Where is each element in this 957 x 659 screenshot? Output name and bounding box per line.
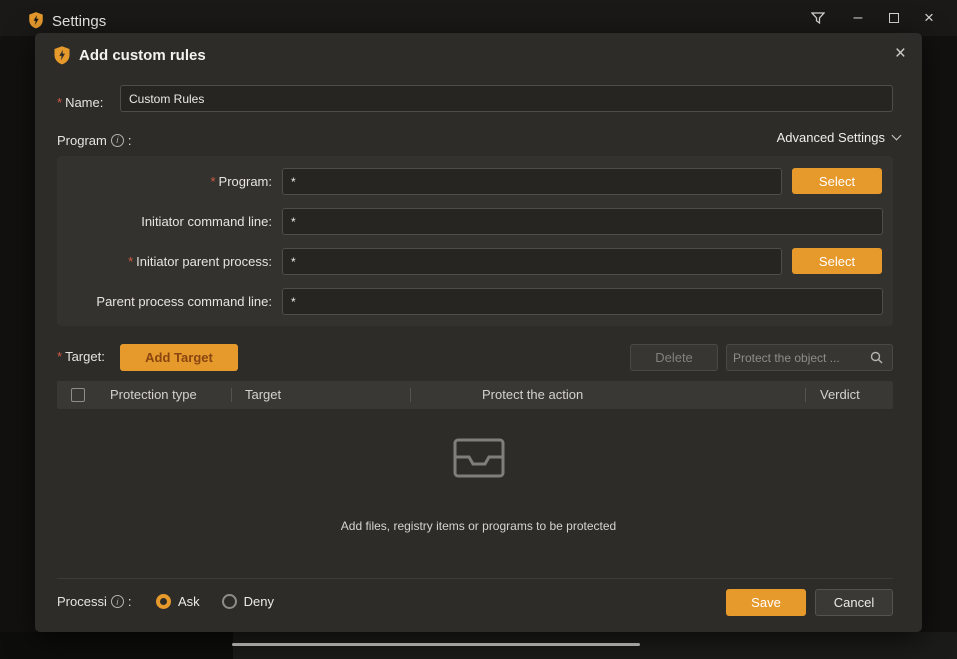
advanced-settings-label: Advanced Settings [777,130,885,145]
required-marker: * [57,95,62,110]
required-marker: * [57,349,62,364]
window-close-button[interactable]: × [914,0,944,36]
dialog-title: Add custom rules [79,47,206,64]
radio-deny-label[interactable]: Deny [244,594,274,609]
processing-label-wrap: Processi : [57,594,131,609]
target-search-box [726,344,893,371]
column-target[interactable]: Target [245,387,281,402]
window-titlebar: Settings – × [0,0,957,36]
target-table-header: Protection type Target Protect the actio… [57,381,893,409]
column-divider [231,388,232,402]
cancel-button[interactable]: Cancel [815,589,893,616]
empty-state-text: Add files, registry items or programs to… [35,519,922,533]
dialog-close-button[interactable]: × [895,43,906,65]
dialog-shield-icon [52,45,72,65]
parent-cmdline-input[interactable] [282,288,883,315]
background-highlight-line [232,643,640,646]
initiator-cmdline-input[interactable] [282,208,883,235]
info-icon[interactable] [111,595,124,608]
parent-cmdline-row: Parent process command line: [57,288,893,315]
radio-deny[interactable] [222,594,237,609]
add-target-button[interactable]: Add Target [120,344,238,371]
bottom-bar: Processi : Ask Deny Save Cancel [35,589,922,616]
advanced-settings-toggle[interactable]: Advanced Settings [777,130,900,145]
initiator-parent-label-wrap: * Initiator parent process: [57,248,272,275]
app-logo-shield-icon [27,11,45,29]
target-search-input[interactable] [727,351,870,365]
program-field-row: * Program: Select [57,168,893,195]
select-all-checkbox[interactable] [71,388,85,402]
program-field-label: Program: [219,174,272,189]
parent-cmdline-label-wrap: Parent process command line: [57,288,272,315]
processing-colon: : [128,594,132,609]
background-sidebar-strip [0,632,233,659]
column-divider [410,388,411,402]
inbox-tray-icon [446,428,512,486]
name-row: * Name: [57,89,103,116]
column-protection-type[interactable]: Protection type [110,387,197,402]
column-verdict[interactable]: Verdict [820,387,860,402]
radio-ask[interactable] [156,594,171,609]
initiator-parent-input[interactable] [282,248,782,275]
magnifier-icon[interactable] [870,351,888,365]
initiator-cmdline-row: Initiator command line: [57,208,893,235]
minimize-button[interactable]: – [844,0,872,36]
save-button[interactable]: Save [726,589,806,616]
program-section-colon: : [128,133,132,148]
required-marker: * [210,174,215,189]
delete-button[interactable]: Delete [630,344,718,371]
initiator-cmdline-label: Initiator command line: [141,214,272,229]
maximize-button[interactable] [880,0,908,36]
processing-label: Processi [57,594,107,609]
radio-ask-label[interactable]: Ask [178,594,200,609]
filter-icon[interactable] [804,0,832,36]
maximize-icon [889,13,899,23]
program-section-header: Program : [57,130,131,150]
name-label: Name: [65,95,103,110]
initiator-cmdline-label-wrap: Initiator command line: [57,208,272,235]
name-input[interactable] [120,85,893,112]
target-label-wrap: * Target: [57,349,105,364]
required-marker: * [128,254,133,269]
column-divider [805,388,806,402]
chevron-down-icon [892,131,902,141]
program-select-button[interactable]: Select [792,168,882,194]
initiator-parent-row: * Initiator parent process: Select [57,248,893,275]
add-custom-rules-dialog: Add custom rules × * Name: Program : Adv… [35,33,922,632]
program-field-label-wrap: * Program: [57,168,272,195]
target-toolbar: * Target: Add Target Delete [35,344,922,371]
screen: Settings – × Add custom rules × * Name: … [0,0,957,659]
target-label: Target: [65,349,105,364]
program-input[interactable] [282,168,782,195]
initiator-parent-label: Initiator parent process: [136,254,272,269]
bottom-divider [57,578,893,579]
initiator-parent-select-button[interactable]: Select [792,248,882,274]
info-icon[interactable] [111,134,124,147]
parent-cmdline-label: Parent process command line: [96,294,272,309]
processing-radio-group: Ask Deny [156,594,296,609]
empty-state: Add files, registry items or programs to… [35,428,922,533]
column-protect-the-action[interactable]: Protect the action [482,387,583,402]
program-section-label: Program [57,133,107,148]
program-panel: * Program: Select Initiator command line… [57,156,893,326]
window-title: Settings [52,13,106,30]
